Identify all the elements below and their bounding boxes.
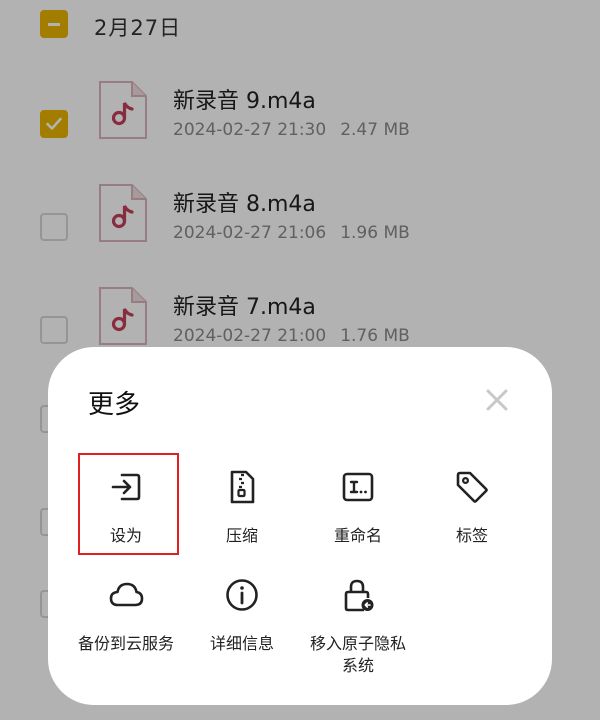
tag-icon <box>456 471 488 503</box>
info-icon <box>226 579 258 611</box>
backup-cloud-label: 备份到云服务 <box>77 634 174 653</box>
selected-action-highlight <box>78 453 179 555</box>
zip-icon <box>230 470 255 504</box>
private-system-label: 移入原子隐私系统 <box>309 634 406 675</box>
rename-label: 重命名 <box>333 526 382 545</box>
close-icon[interactable] <box>482 385 512 415</box>
details-label: 详细信息 <box>209 634 274 653</box>
lock-icon <box>344 579 374 612</box>
cloud-icon <box>109 582 144 607</box>
sheet-title: 更多 <box>88 390 141 420</box>
rename-icon <box>342 472 374 502</box>
compress-label: 压缩 <box>225 526 258 545</box>
tag-label: 标签 <box>455 526 488 545</box>
